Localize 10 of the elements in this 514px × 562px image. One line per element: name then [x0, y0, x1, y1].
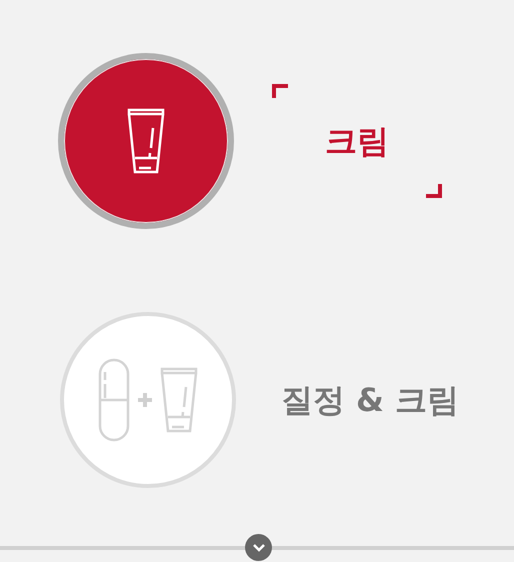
- option-label: 질정 & 크림: [280, 380, 460, 421]
- plus-icon: [138, 393, 152, 407]
- cream-tube-icon: [127, 108, 165, 174]
- chevron-down-icon: [252, 544, 264, 552]
- scroll-down-button[interactable]: [245, 534, 272, 561]
- capsule-icon: [98, 358, 130, 442]
- bracket-corner: [272, 84, 288, 98]
- option-label: 크림: [325, 121, 389, 162]
- bracket-corner: [426, 184, 442, 198]
- cream-tube-icon: [160, 367, 198, 433]
